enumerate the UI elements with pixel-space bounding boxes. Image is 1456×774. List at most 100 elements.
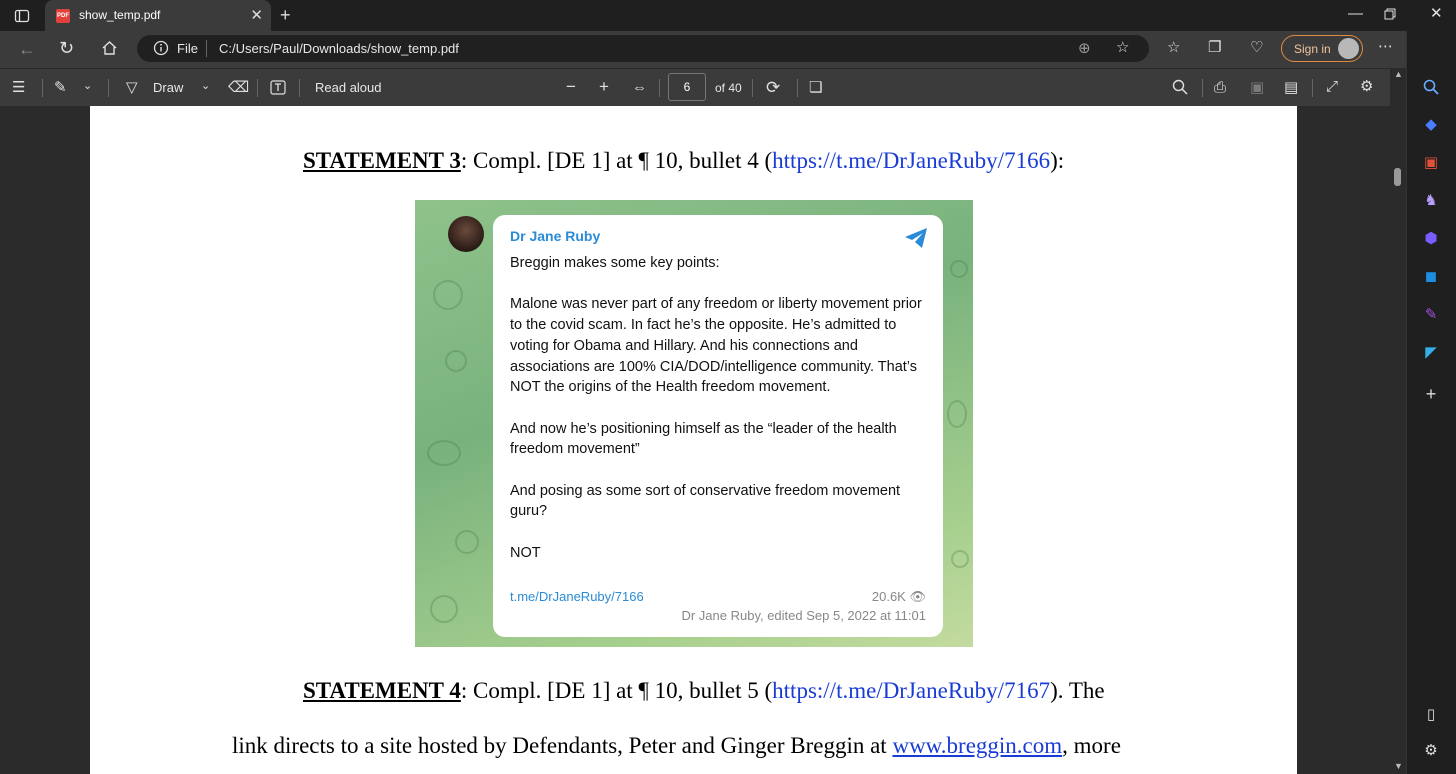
toolbar-divider bbox=[659, 79, 660, 97]
shopping-tag-icon[interactable]: ◆ bbox=[1422, 116, 1440, 134]
address-bar[interactable]: File C:/Users/Paul/Downloads/show_temp.p… bbox=[137, 35, 1149, 62]
editor-icon[interactable]: ✎ bbox=[1422, 306, 1440, 324]
close-window-icon[interactable]: ✕ bbox=[1430, 6, 1443, 21]
highlight-icon[interactable]: ✎ bbox=[54, 80, 67, 95]
toolbar-divider bbox=[257, 79, 258, 97]
toolbar-divider bbox=[797, 79, 798, 97]
chevron-down-icon[interactable]: ⌄ bbox=[201, 81, 210, 92]
statement-3-line: STATEMENT 3: Compl. [DE 1] at ¶ 10, bull… bbox=[303, 148, 1064, 174]
games-icon[interactable]: ♞ bbox=[1422, 192, 1440, 210]
statement-4-heading: STATEMENT 4 bbox=[303, 678, 461, 703]
refresh-icon[interactable]: ↻ bbox=[59, 39, 74, 57]
draw-button[interactable]: Draw bbox=[153, 80, 183, 95]
close-tab-icon[interactable]: ✕ bbox=[250, 6, 263, 24]
toolbar-divider bbox=[299, 79, 300, 97]
scrollbar-thumb[interactable] bbox=[1394, 168, 1401, 186]
message-paragraph: Malone was never part of any freedom or … bbox=[510, 296, 922, 396]
telegram-message-bubble: Dr Jane Ruby Breggin makes some key poin… bbox=[493, 215, 943, 637]
address-url[interactable]: C:/Users/Paul/Downloads/show_temp.pdf bbox=[219, 41, 459, 56]
search-icon[interactable] bbox=[1172, 79, 1188, 98]
pattern-doodle bbox=[433, 280, 463, 310]
chevron-down-icon[interactable]: ⌄ bbox=[83, 81, 92, 92]
fit-page-icon[interactable]: ⇔ bbox=[632, 80, 647, 95]
toolbar-divider bbox=[1312, 79, 1313, 97]
info-icon[interactable] bbox=[153, 40, 169, 59]
vertical-scrollbar[interactable]: ▲ ▼ bbox=[1390, 68, 1406, 774]
message-body: Breggin makes some key points: Malone wa… bbox=[510, 253, 935, 584]
pdf-viewer[interactable]: STATEMENT 3: Compl. [DE 1] at ¶ 10, bull… bbox=[0, 106, 1390, 774]
tab-show-temp[interactable]: PDF show_temp.pdf ✕ bbox=[45, 0, 271, 31]
add-favorite-icon[interactable]: ☆ bbox=[1116, 40, 1129, 55]
zoom-out-icon[interactable]: − bbox=[566, 78, 576, 95]
breggin-link[interactable]: www.breggin.com bbox=[892, 733, 1062, 758]
page-number-input[interactable]: 6 bbox=[668, 73, 706, 101]
pdf-page: STATEMENT 3: Compl. [DE 1] at ¶ 10, bull… bbox=[90, 106, 1297, 774]
search-icon[interactable] bbox=[1422, 79, 1440, 97]
read-aloud-button[interactable]: Read aloud bbox=[315, 80, 382, 95]
save-as-icon[interactable]: ▤ bbox=[1284, 80, 1298, 95]
telegram-icon bbox=[905, 228, 927, 248]
telegram-screenshot: Dr Jane Ruby Breggin makes some key poin… bbox=[415, 200, 973, 647]
eye-icon: 👁 bbox=[909, 589, 926, 604]
outlook-icon[interactable]: ◼ bbox=[1422, 268, 1440, 286]
home-icon[interactable] bbox=[101, 40, 118, 59]
author-avatar bbox=[448, 216, 484, 252]
rotate-icon[interactable]: ⟳ bbox=[766, 79, 780, 96]
body-line: link directs to a site hosted by Defenda… bbox=[232, 733, 1121, 759]
save-icon[interactable]: ▣ bbox=[1250, 80, 1264, 95]
body-text: link directs to a site hosted by Defenda… bbox=[232, 733, 893, 758]
favorites-icon[interactable]: ☆ bbox=[1167, 40, 1180, 55]
sidebar-settings-icon[interactable]: ⚙ bbox=[1422, 742, 1440, 760]
toolbar-divider bbox=[108, 79, 109, 97]
tools-briefcase-icon[interactable]: ▣ bbox=[1422, 154, 1440, 172]
page-view-icon[interactable]: ❏ bbox=[809, 80, 822, 95]
fullscreen-icon[interactable]: ⤢ bbox=[1326, 79, 1338, 94]
zoom-icon[interactable]: ⊕ bbox=[1078, 41, 1091, 56]
message-author: Dr Jane Ruby bbox=[510, 228, 601, 244]
settings-icon[interactable]: ⚙ bbox=[1360, 79, 1373, 94]
views-count: 20.6K bbox=[871, 589, 906, 604]
collections-icon[interactable]: ❐ bbox=[1208, 40, 1221, 55]
pattern-doodle bbox=[950, 260, 968, 278]
body-text-end: , more bbox=[1062, 733, 1121, 758]
minimize-icon[interactable]: — bbox=[1348, 6, 1363, 21]
statement-4-link[interactable]: https://t.me/DrJaneRuby/7167 bbox=[772, 678, 1050, 703]
message-paragraph: And now he’s positioning himself as the … bbox=[510, 420, 897, 458]
pattern-doodle bbox=[427, 440, 461, 466]
scroll-up-icon[interactable]: ▲ bbox=[1394, 70, 1403, 79]
statement-3-heading: STATEMENT 3 bbox=[303, 148, 461, 173]
zoom-in-icon[interactable]: + bbox=[599, 78, 609, 95]
statement-3-text: : Compl. [DE 1] at ¶ 10, bullet 4 ( bbox=[460, 148, 773, 173]
tab-actions-icon[interactable] bbox=[14, 8, 30, 27]
drop-icon[interactable]: ◤ bbox=[1422, 344, 1440, 362]
statement-4-text: : Compl. [DE 1] at ¶ 10, bullet 5 ( bbox=[460, 678, 773, 703]
scroll-down-icon[interactable]: ▼ bbox=[1394, 762, 1403, 771]
contents-icon[interactable]: ☰ bbox=[12, 80, 25, 95]
restore-icon[interactable] bbox=[1384, 8, 1396, 23]
toolbar-divider bbox=[1202, 79, 1203, 97]
statement-3-link[interactable]: https://t.me/DrJaneRuby/7166 bbox=[772, 148, 1050, 173]
message-meta: Dr Jane Ruby, edited Sep 5, 2022 at 11:0… bbox=[681, 608, 926, 623]
message-views: 20.6K 👁 bbox=[872, 589, 926, 605]
add-sidebar-app-icon[interactable]: + bbox=[1422, 385, 1440, 403]
pdf-file-icon: PDF bbox=[56, 9, 70, 23]
performance-icon[interactable]: ♡ bbox=[1250, 40, 1263, 55]
back-icon[interactable]: ← bbox=[18, 40, 36, 58]
pattern-doodle bbox=[430, 595, 458, 623]
more-menu-icon[interactable]: ⋯ bbox=[1378, 39, 1393, 54]
sidebar-toggle-icon[interactable]: ▯ bbox=[1422, 706, 1440, 724]
pattern-doodle bbox=[947, 400, 967, 428]
message-link: t.me/DrJaneRuby/7166 bbox=[510, 589, 644, 604]
copilot-designer-icon[interactable]: ⬢ bbox=[1422, 230, 1440, 248]
print-icon[interactable]: ⎙ bbox=[1214, 80, 1226, 95]
pattern-doodle bbox=[445, 350, 467, 372]
profile-avatar-icon bbox=[1338, 38, 1359, 59]
page-total: of 40 bbox=[715, 81, 742, 95]
eraser-icon[interactable]: ⌫ bbox=[228, 80, 249, 95]
new-tab-icon[interactable]: + bbox=[280, 6, 291, 24]
text-icon[interactable] bbox=[270, 80, 286, 98]
sign-in-button[interactable]: Sign in bbox=[1281, 35, 1363, 62]
edge-sidebar: ◆ ▣ ♞ ⬢ ◼ ✎ ◤ + ▯ ⚙ bbox=[1406, 31, 1456, 774]
draw-icon[interactable]: ▽ bbox=[126, 80, 138, 95]
message-paragraph: And posing as some sort of conservative … bbox=[510, 482, 901, 520]
